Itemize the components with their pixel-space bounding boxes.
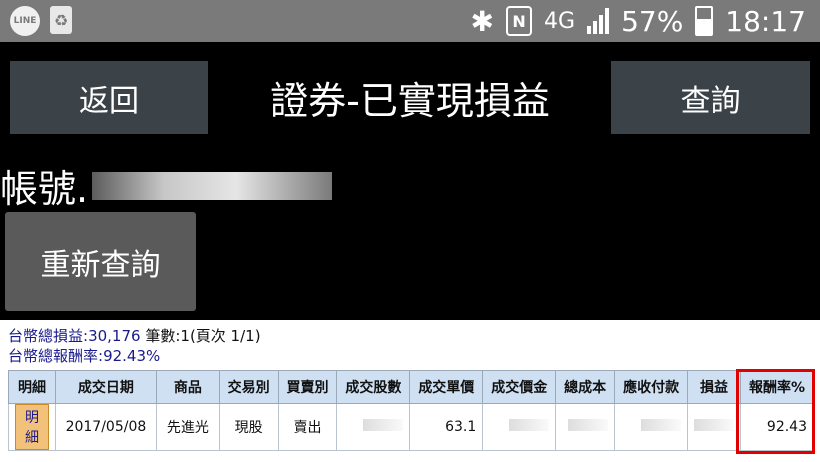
cell-price: 63.1 [409, 403, 484, 451]
redacted-amount [509, 419, 550, 431]
col-shares: 成交股數 [336, 370, 411, 404]
nfc-icon: N [506, 6, 533, 36]
total-return-value: 92.43% [103, 347, 161, 365]
col-price: 成交單價 [409, 370, 484, 404]
col-trade-type: 交易別 [218, 370, 279, 404]
cell-side: 賣出 [277, 403, 338, 451]
cell-date: 2017/05/08 [54, 403, 157, 451]
pnl-table: 明細 成交日期 商品 交易別 買賣別 成交股數 成交單價 成交價金 總成本 應收… [8, 370, 814, 451]
cell-total-cost [555, 403, 616, 451]
cell-pnl [687, 403, 742, 451]
total-pnl-value: 30,176 [88, 327, 141, 345]
col-detail: 明細 [8, 370, 56, 404]
account-row: 帳號. [0, 158, 333, 213]
col-pnl: 損益 [687, 370, 742, 404]
record-count: 筆數:1(頁次 1/1) [145, 327, 261, 345]
cell-trade-type: 現股 [218, 403, 279, 451]
cell-shares [336, 403, 411, 451]
clock: 18:17 [725, 4, 806, 38]
requery-button[interactable]: 重新查詢 [5, 212, 196, 311]
cell-detail: 明細 [8, 403, 56, 451]
battery-percent: 57% [621, 4, 684, 38]
col-total-cost: 總成本 [555, 370, 616, 404]
network-type: 4G [544, 8, 576, 34]
detail-link[interactable]: 明細 [15, 404, 49, 450]
redacted-shares [363, 419, 404, 431]
summary: 台幣總損益:30,176 筆數:1(頁次 1/1) 台幣總報酬率:92.43% [8, 326, 261, 366]
col-side: 買賣別 [277, 370, 338, 404]
recycle-icon: ♻ [50, 6, 72, 34]
col-return: 報酬率% [740, 370, 814, 404]
col-product: 商品 [155, 370, 220, 404]
account-label: 帳號. [0, 167, 89, 211]
table-header-row: 明細 成交日期 商品 交易別 買賣別 成交股數 成交單價 成交價金 總成本 應收… [8, 370, 814, 404]
redacted-pnl [694, 419, 735, 431]
battery-icon [695, 6, 714, 36]
signal-icon [587, 8, 610, 34]
bluetooth-icon: ✱ [470, 4, 495, 38]
total-pnl-label: 台幣總損益: [8, 327, 89, 345]
account-number-masked [92, 171, 333, 200]
col-receivable: 應收付款 [614, 370, 689, 404]
redacted-receivable [641, 419, 682, 431]
table-row: 明細 2017/05/08 先進光 現股 賣出 63.1 92.43 [8, 403, 814, 451]
redacted-total-cost [568, 419, 609, 431]
col-amount: 成交價金 [482, 370, 557, 404]
cell-return: 92.43 [740, 403, 814, 451]
status-bar: LINE ♻ ✱ N 4G 57% 18:17 [0, 0, 820, 42]
cell-amount [482, 403, 557, 451]
cell-product[interactable]: 先進光 [155, 403, 220, 451]
line-app-icon: LINE [10, 6, 40, 36]
query-button[interactable]: 查詢 [611, 61, 810, 134]
back-button[interactable]: 返回 [10, 61, 208, 134]
cell-receivable [614, 403, 689, 451]
page-title: 證券-已實現損益 [270, 79, 550, 123]
results-panel: 台幣總損益:30,176 筆數:1(頁次 1/1) 台幣總報酬率:92.43% … [0, 320, 820, 462]
total-return-label: 台幣總報酬率: [8, 347, 104, 365]
col-date: 成交日期 [54, 370, 157, 404]
